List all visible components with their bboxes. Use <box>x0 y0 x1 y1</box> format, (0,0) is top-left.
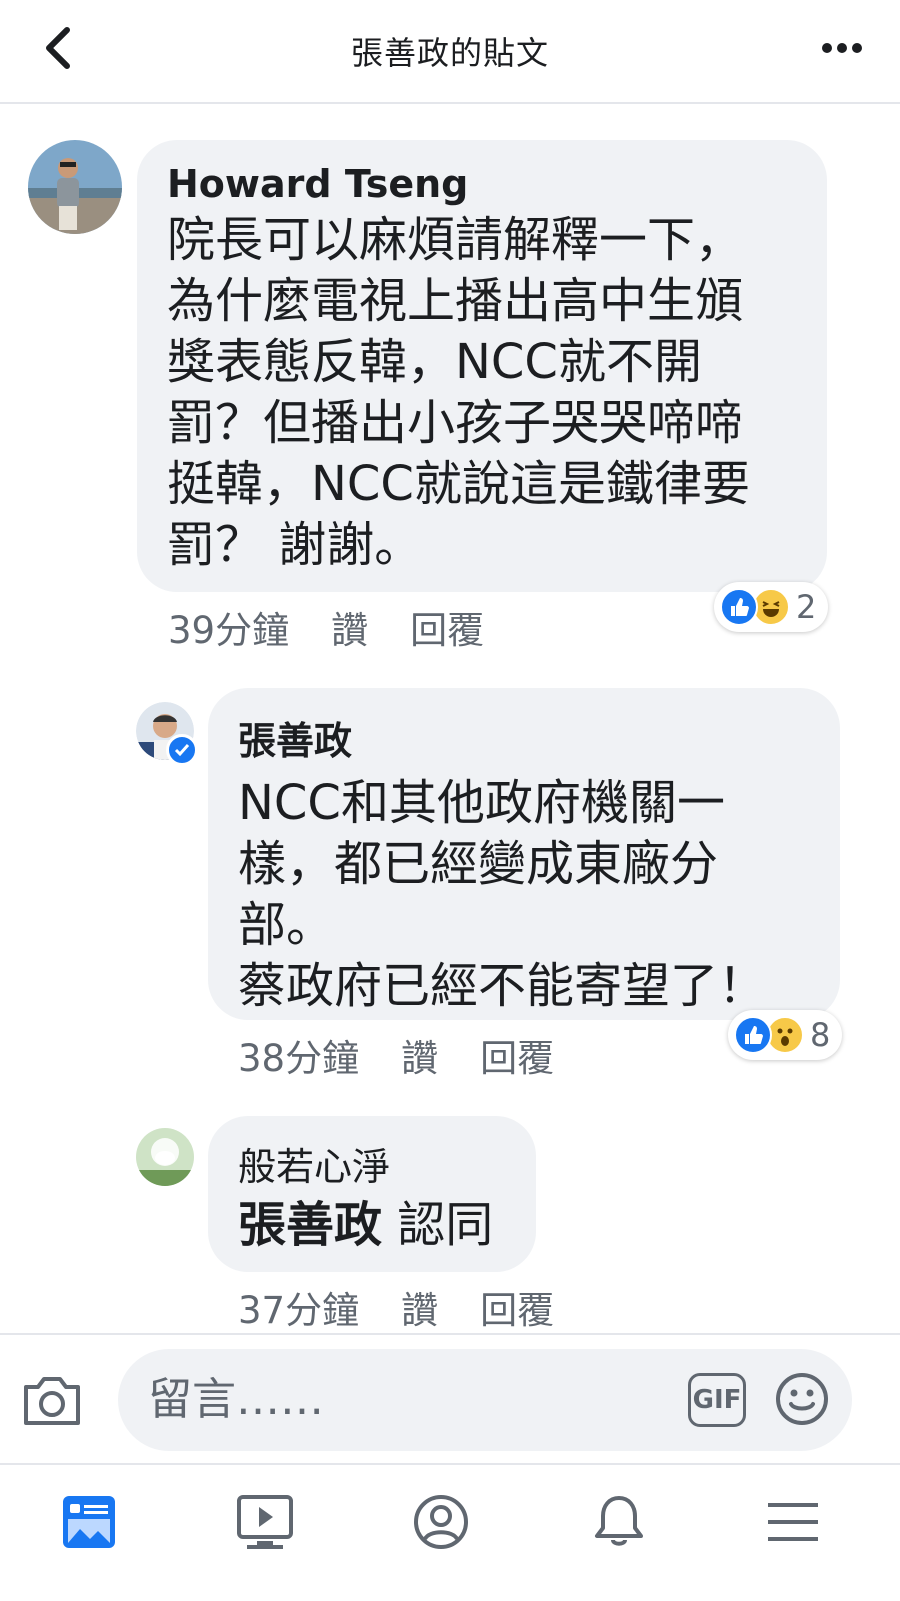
comment-bubble: 般若心淨 張善政 認同 <box>208 1116 536 1272</box>
gif-button[interactable]: GIF <box>688 1373 746 1427</box>
more-options-button[interactable] <box>814 28 870 68</box>
news-feed-icon <box>63 1496 115 1548</box>
avatar-photo-icon <box>28 140 122 234</box>
comment-timestamp[interactable]: 38分鐘 <box>238 1028 359 1082</box>
nav-notifications[interactable] <box>584 1489 654 1555</box>
reaction-count: 2 <box>796 588 817 626</box>
like-reaction-icon <box>720 588 758 626</box>
post-header: 張善政的貼文 <box>0 0 900 104</box>
comment-input-box: GIF <box>118 1349 852 1451</box>
nav-profile[interactable] <box>406 1489 476 1555</box>
comment-author[interactable]: 張善政 <box>238 710 810 765</box>
comment-meta: 38分鐘 讚 回覆 <box>238 1028 554 1082</box>
comment-author[interactable]: 般若心淨 <box>238 1136 506 1191</box>
like-reaction-icon <box>734 1016 772 1054</box>
avatar[interactable] <box>28 140 122 234</box>
bottom-navigation <box>0 1463 900 1601</box>
mention-link[interactable]: 張善政 <box>238 1197 382 1253</box>
comment-text: 張善政 認同 <box>238 1195 506 1256</box>
lotus-avatar-icon <box>136 1128 194 1186</box>
reply-button[interactable]: 回覆 <box>480 1280 554 1334</box>
avatar[interactable] <box>136 702 198 766</box>
smiley-icon <box>776 1373 828 1425</box>
verified-badge-icon <box>166 734 198 766</box>
comment-body: 認同 <box>382 1197 494 1253</box>
nav-video[interactable] <box>230 1489 300 1555</box>
comment-bubble: 張善政 NCC和其他政府機關一 樣，都已經變成東廠分 部。 蔡政府已經不能寄望了… <box>208 688 840 1020</box>
profile-icon <box>414 1495 468 1549</box>
camera-icon <box>24 1377 80 1425</box>
menu-icon <box>768 1503 818 1541</box>
comment-text: 院長可以麻煩請解釋一下， 為什麼電視上播出高中生頒 獎表態反韓，NCC就不開 罰… <box>167 212 750 573</box>
notifications-icon <box>595 1496 643 1546</box>
comment-meta: 37分鐘 讚 回覆 <box>238 1280 554 1334</box>
page-title: 張善政的貼文 <box>350 34 549 72</box>
more-horizontal-icon <box>822 43 862 53</box>
nav-news-feed[interactable] <box>54 1489 124 1555</box>
video-icon <box>237 1495 293 1549</box>
reaction-count: 8 <box>810 1016 831 1054</box>
comment-input[interactable] <box>148 1367 648 1431</box>
reply-button[interactable]: 回覆 <box>410 600 484 654</box>
comment-timestamp[interactable]: 37分鐘 <box>238 1280 359 1334</box>
comment-bubble: Howard Tseng 院長可以麻煩請解釋一下， 為什麼電視上播出高中生頒 獎… <box>137 140 827 592</box>
camera-button[interactable] <box>20 1371 84 1429</box>
comment-meta: 39分鐘 讚 回覆 <box>168 600 484 654</box>
comment-timestamp[interactable]: 39分鐘 <box>168 600 289 654</box>
like-button[interactable]: 讚 <box>401 1280 438 1334</box>
emoji-button[interactable] <box>774 1371 830 1427</box>
nav-menu[interactable] <box>758 1489 828 1555</box>
like-button[interactable]: 讚 <box>401 1028 438 1082</box>
avatar[interactable] <box>136 1128 194 1186</box>
reaction-summary[interactable]: 8 <box>728 1010 843 1060</box>
like-button[interactable]: 讚 <box>331 600 368 654</box>
reaction-summary[interactable]: 2 <box>714 582 829 632</box>
comment-author[interactable]: Howard Tseng <box>167 162 797 206</box>
comment-composer: GIF <box>0 1333 900 1461</box>
reply-button[interactable]: 回覆 <box>480 1028 554 1082</box>
comment-text: NCC和其他政府機關一 樣，都已經變成東廠分 部。 蔡政府已經不能寄望了！ <box>238 775 767 1014</box>
